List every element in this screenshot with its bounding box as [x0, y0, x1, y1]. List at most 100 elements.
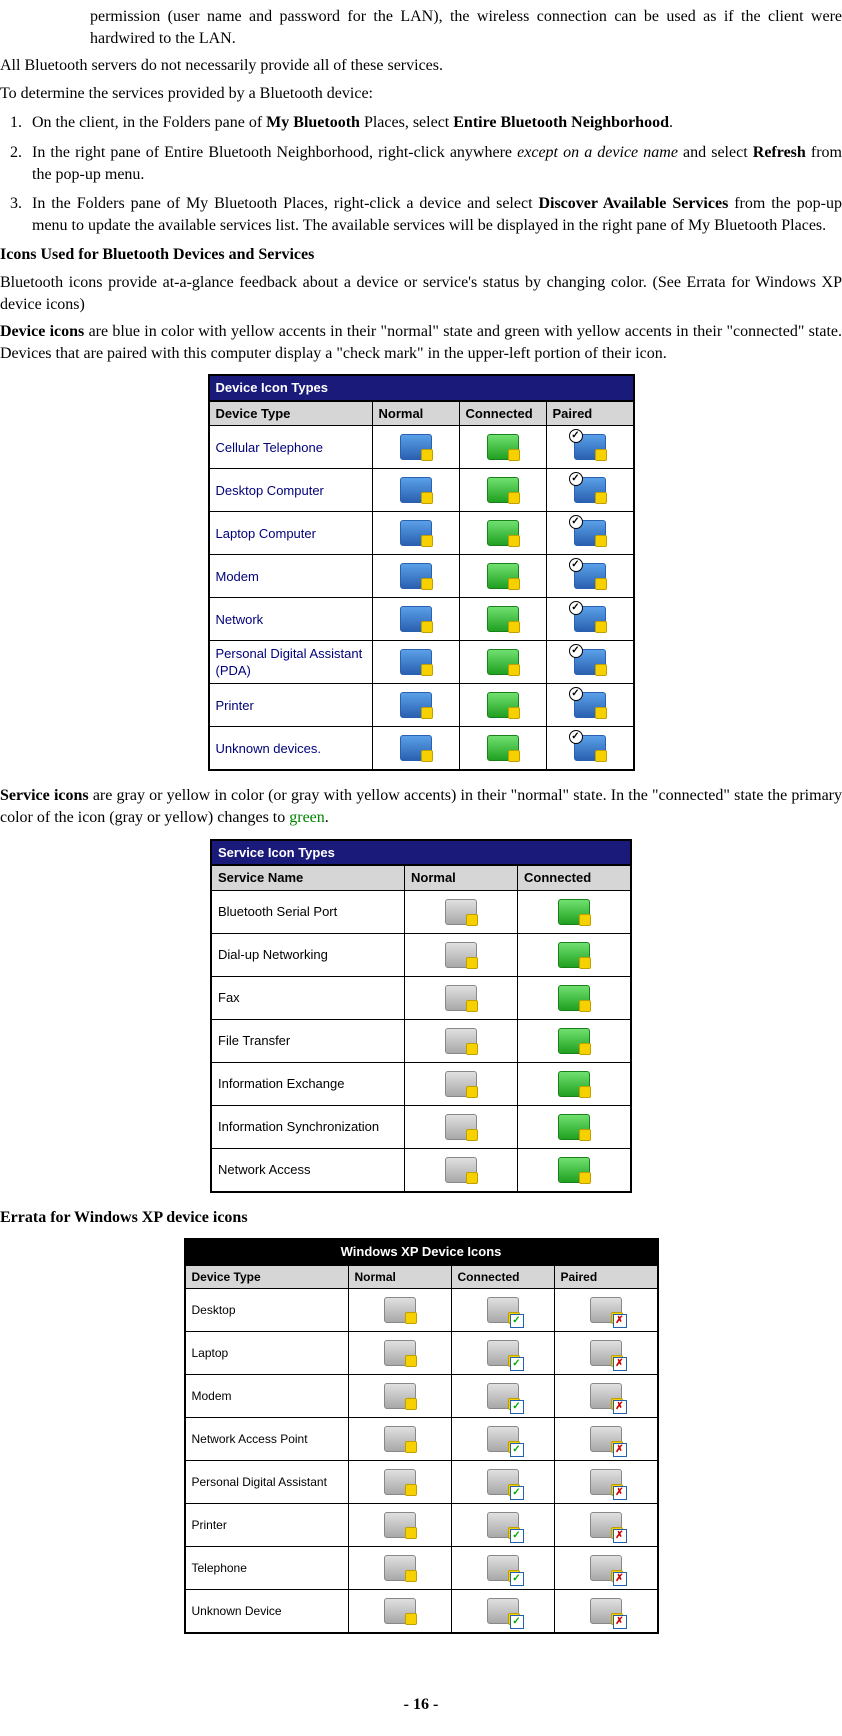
row-label: Cellular Telephone	[209, 426, 373, 469]
table-header: Paired	[546, 401, 634, 426]
device-icon: ✗	[590, 1297, 622, 1323]
icon-cell: ✓	[451, 1504, 554, 1547]
table-row: Modem✓✗	[185, 1375, 658, 1418]
device-icon	[445, 1071, 477, 1097]
icon-cell	[518, 1062, 632, 1105]
icon-cell	[405, 1105, 518, 1148]
icon-cell	[405, 933, 518, 976]
step-bold: Discover Available Services	[538, 195, 728, 212]
device-icons-paragraph: Device icons are blue in color with yell…	[0, 321, 842, 364]
icon-cell	[372, 555, 459, 598]
row-label: Network Access Point	[185, 1418, 349, 1461]
icon-cell: ✗	[554, 1332, 658, 1375]
table-header: Device Type	[209, 401, 373, 426]
row-label: File Transfer	[211, 1019, 405, 1062]
icon-cell	[459, 598, 546, 641]
row-label: Bluetooth Serial Port	[211, 890, 405, 933]
icon-cell	[459, 512, 546, 555]
icon-cell: ✗	[554, 1289, 658, 1332]
device-icon	[400, 735, 432, 761]
step-bold: Refresh	[753, 144, 806, 161]
icon-cell: ✗	[554, 1590, 658, 1634]
device-icon	[558, 1157, 590, 1183]
icon-cell	[459, 469, 546, 512]
icon-cell	[348, 1375, 451, 1418]
row-label: Network Access	[211, 1148, 405, 1192]
table-row: Fax	[211, 976, 631, 1019]
device-icon	[558, 942, 590, 968]
table-row: Modem✓	[209, 555, 634, 598]
table-row: Information Synchronization	[211, 1105, 631, 1148]
device-icon: ✓	[487, 1340, 519, 1366]
service-icon-types-figure: Service Icon Types Service NameNormalCon…	[0, 839, 842, 1193]
icon-cell	[459, 426, 546, 469]
step-text: Places, select	[360, 114, 453, 131]
table-row: Bluetooth Serial Port	[211, 890, 631, 933]
windows-xp-icons-figure: Windows XP Device Icons Device TypeNorma…	[0, 1238, 842, 1634]
device-icon: ✗	[590, 1512, 622, 1538]
device-icon	[558, 899, 590, 925]
table-header: Connected	[459, 401, 546, 426]
icon-cell: ✓	[451, 1332, 554, 1375]
device-icon	[487, 735, 519, 761]
table-header: Normal	[372, 401, 459, 426]
row-label: Dial-up Networking	[211, 933, 405, 976]
icon-cell: ✓	[451, 1289, 554, 1332]
row-label: Unknown devices.	[209, 727, 373, 771]
step-bold: Entire Bluetooth Neighborhood	[453, 114, 669, 131]
row-label: Unknown Device	[185, 1590, 349, 1634]
device-icon: ✗	[590, 1469, 622, 1495]
icon-cell	[348, 1418, 451, 1461]
table-row: Dial-up Networking	[211, 933, 631, 976]
table-header: Device Type	[185, 1265, 349, 1289]
table-header: Normal	[348, 1265, 451, 1289]
icon-cell	[518, 890, 632, 933]
device-icon	[384, 1297, 416, 1323]
device-icon	[384, 1426, 416, 1452]
device-icon	[400, 434, 432, 460]
device-icon	[445, 1028, 477, 1054]
icon-cell	[372, 512, 459, 555]
step-text: .	[669, 114, 673, 131]
icon-cell	[372, 598, 459, 641]
service-icons-paragraph: Service icons are gray or yellow in colo…	[0, 785, 842, 828]
icon-cell	[518, 933, 632, 976]
row-label: Information Exchange	[211, 1062, 405, 1105]
row-label: Printer	[209, 684, 373, 727]
device-icon: ✓	[487, 1383, 519, 1409]
icon-cell: ✓	[451, 1418, 554, 1461]
table-row: Laptop✓✗	[185, 1332, 658, 1375]
table-row: Printer ✓ ✗	[185, 1504, 658, 1547]
device-icon: ✓	[487, 1469, 519, 1495]
device-icon	[400, 563, 432, 589]
row-label: Modem	[209, 555, 373, 598]
table-row: Laptop Computer✓	[209, 512, 634, 555]
row-label: Desktop	[185, 1289, 349, 1332]
row-label: Printer	[185, 1504, 349, 1547]
icon-cell: ✗	[554, 1504, 658, 1547]
section-heading-errata: Errata for Windows XP device icons	[0, 1207, 842, 1229]
table-caption: Device Icon Types	[208, 374, 635, 400]
device-icon	[487, 477, 519, 503]
icon-cell: ✗	[554, 1461, 658, 1504]
device-icon-types-figure: Device Icon Types Device TypeNormalConne…	[0, 374, 842, 771]
device-icon: ✓	[487, 1297, 519, 1323]
device-icon	[487, 434, 519, 460]
device-icon	[384, 1383, 416, 1409]
device-icon: ✓	[487, 1598, 519, 1624]
device-icon	[558, 985, 590, 1011]
icon-cell: ✗	[554, 1375, 658, 1418]
device-icon	[384, 1340, 416, 1366]
device-icon: ✓	[574, 520, 606, 546]
device-icon	[445, 1157, 477, 1183]
step-text: and select	[678, 144, 753, 161]
icon-cell	[372, 426, 459, 469]
step-text: In the right pane of Entire Bluetooth Ne…	[32, 144, 517, 161]
device-icon	[384, 1598, 416, 1624]
icon-cell	[348, 1590, 451, 1634]
device-icon	[558, 1114, 590, 1140]
inline-text: are gray or yellow in color (or gray wit…	[0, 787, 842, 826]
device-icon	[384, 1469, 416, 1495]
icon-cell: ✓	[451, 1590, 554, 1634]
icon-cell	[372, 684, 459, 727]
